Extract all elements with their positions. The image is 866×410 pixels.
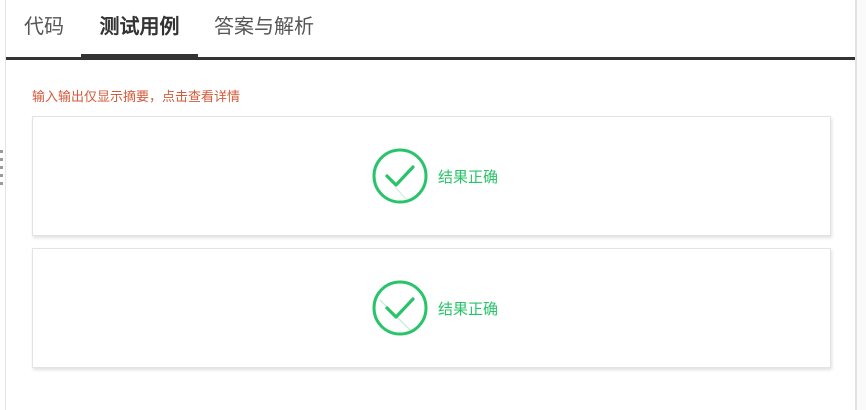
tab-answers-analysis[interactable]: 答案与解析 xyxy=(199,0,329,57)
result-status-label: 结果正确 xyxy=(438,167,499,186)
check-circle-icon xyxy=(372,280,428,336)
test-case-card[interactable]: 结果正确 xyxy=(32,248,831,368)
result-status-label: 结果正确 xyxy=(438,299,499,318)
check-circle-icon xyxy=(372,148,428,204)
summary-hint-text: 输入输出仅显示摘要，点击查看详情 xyxy=(32,90,241,105)
tab-code[interactable]: 代码 xyxy=(6,0,82,57)
test-result: 结果正确 xyxy=(372,148,498,204)
panel-left-border xyxy=(5,0,6,410)
right-gutter xyxy=(857,0,866,410)
tab-bar: 代码 测试用例 答案与解析 xyxy=(6,0,855,60)
test-result: 结果正确 xyxy=(372,280,498,336)
page: 代码 测试用例 答案与解析 输入输出仅显示摘要，点击查看详情 结果正确 结果正确 xyxy=(0,0,866,410)
test-case-card[interactable]: 结果正确 xyxy=(32,116,831,236)
tab-test-cases[interactable]: 测试用例 xyxy=(81,0,198,57)
panel-resize-handle-icon[interactable] xyxy=(0,150,3,194)
